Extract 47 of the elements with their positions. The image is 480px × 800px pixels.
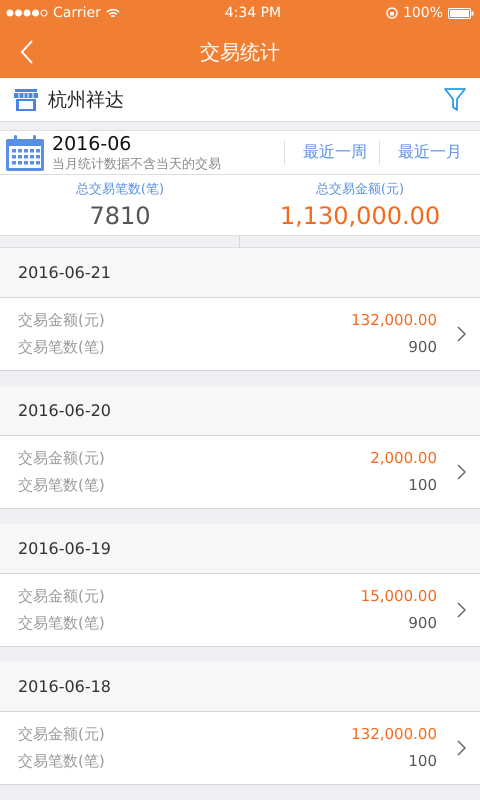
count-label: 交易笔数(笔)	[18, 752, 106, 771]
calendar-icon	[6, 134, 44, 171]
page-title: 交易统计	[200, 38, 280, 66]
day-date: 2016-06-19	[18, 539, 111, 558]
filter-icon[interactable]	[444, 88, 466, 112]
day-summary-row[interactable]: 交易金额(元) 132,000.00 交易笔数(笔) 900	[0, 298, 480, 371]
lock-rotation-icon	[386, 7, 398, 19]
store-name: 杭州祥达	[48, 88, 125, 113]
chevron-right-icon	[457, 602, 466, 618]
signal-icon	[6, 9, 48, 17]
chevron-right-icon	[457, 464, 466, 480]
total-label: 总交易金额(元)	[316, 181, 404, 198]
amount-value: 132,000.00	[351, 311, 437, 330]
total-label: 总交易笔数(笔)	[76, 181, 164, 198]
month-note: 当月统计数据不含当天的交易	[52, 156, 222, 173]
day-date: 2016-06-20	[18, 401, 111, 420]
battery-percent: 100%	[402, 5, 443, 21]
amount-label: 交易金额(元)	[18, 449, 106, 468]
chevron-right-icon	[457, 740, 466, 756]
day-date: 2016-06-21	[18, 263, 111, 282]
amount-value: 2,000.00	[370, 449, 437, 468]
total-value: 7810	[89, 202, 151, 230]
amount-label: 交易金额(元)	[18, 311, 106, 330]
count-value: 900	[407, 614, 437, 633]
count-label: 交易笔数(笔)	[18, 338, 106, 357]
day-summary-row[interactable]: 交易金额(元) 15,000.00 交易笔数(笔) 900	[0, 574, 480, 647]
carrier-name: Carrier	[53, 5, 101, 21]
day-summary-row[interactable]: 交易金额(元) 2,000.00 交易笔数(笔) 100	[0, 436, 480, 509]
count-value: 900	[407, 338, 437, 357]
back-icon[interactable]	[20, 40, 34, 64]
amount-value: 15,000.00	[360, 587, 437, 606]
amount-value: 132,000.00	[351, 725, 437, 744]
wifi-icon	[106, 8, 120, 18]
count-label: 交易笔数(笔)	[18, 476, 106, 495]
day-summary-row[interactable]: 交易金额(元) 132,000.00 交易笔数(笔) 100	[0, 712, 480, 785]
store-icon	[14, 88, 38, 112]
clock-time: 4:34 PM	[224, 5, 282, 21]
month-label: 2016-06	[52, 132, 132, 155]
count-value: 100	[407, 476, 437, 495]
count-label: 交易笔数(笔)	[18, 614, 106, 633]
battery-icon	[448, 8, 474, 18]
chevron-right-icon	[457, 326, 466, 342]
day-date: 2016-06-18	[18, 677, 111, 696]
amount-label: 交易金额(元)	[18, 587, 106, 606]
total-value: 1,130,000.00	[280, 202, 440, 230]
amount-label: 交易金额(元)	[18, 725, 106, 744]
count-value: 100	[407, 752, 437, 771]
